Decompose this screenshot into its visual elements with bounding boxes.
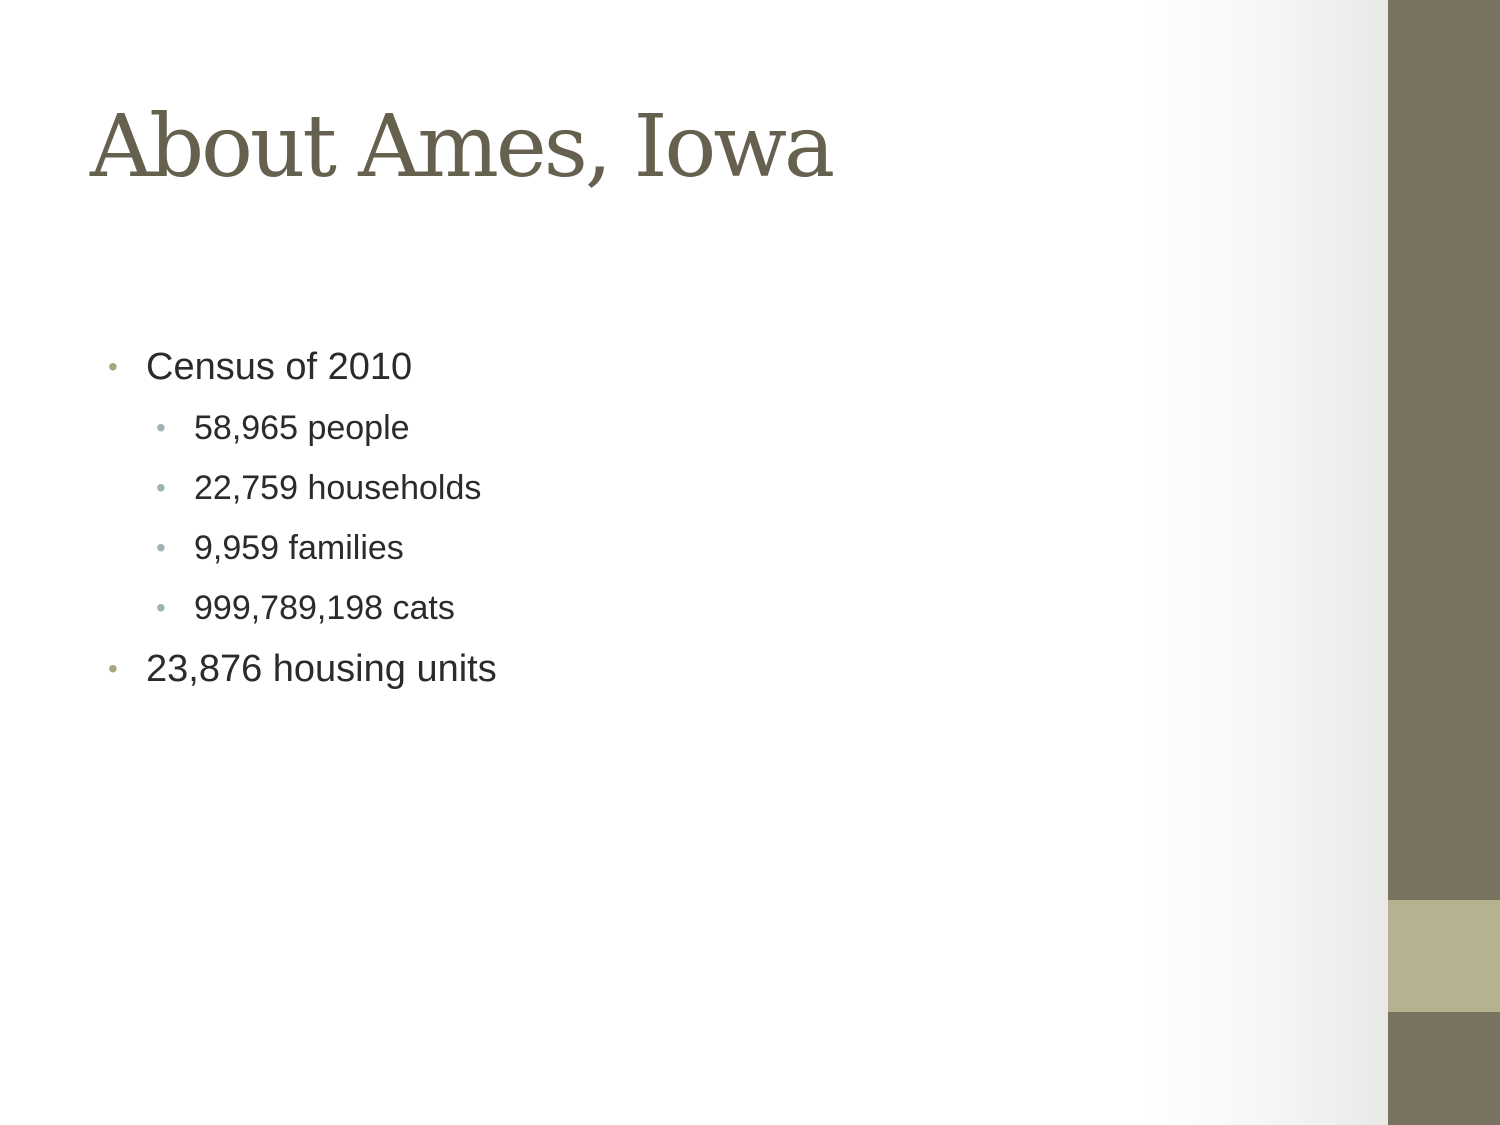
sub-bullet-text: 999,789,198 cats <box>194 589 455 627</box>
sub-bullet-item: • 9,959 families <box>156 518 497 578</box>
sub-bullet-item: • 58,965 people <box>156 398 497 458</box>
sub-bullet-text: 58,965 people <box>194 409 410 447</box>
bullet-item: • 23,876 housing units <box>108 642 497 696</box>
side-accent-block <box>1388 900 1500 1012</box>
sub-bullet-text: 9,959 families <box>194 529 404 567</box>
bullet-dot-icon: • <box>108 351 118 382</box>
bullet-text: 23,876 housing units <box>146 648 497 690</box>
sub-bullet-item: • 999,789,198 cats <box>156 578 497 638</box>
slide-title: About Ames, Iowa <box>90 97 835 197</box>
sub-bullet-dot-icon: • <box>156 472 166 503</box>
sub-bullet-text: 22,759 households <box>194 469 482 507</box>
slide: About Ames, Iowa • Census of 2010 • 58,9… <box>0 0 1500 1125</box>
sub-bullet-dot-icon: • <box>156 412 166 443</box>
sub-bullet-item: • 22,759 households <box>156 458 497 518</box>
bullet-item: • Census of 2010 <box>108 340 497 394</box>
sub-bullet-dot-icon: • <box>156 532 166 563</box>
bullet-list: • Census of 2010 • 58,965 people • 22,75… <box>108 340 497 696</box>
bullet-text: Census of 2010 <box>146 346 413 388</box>
sub-bullet-group: • 58,965 people • 22,759 households • 9,… <box>108 398 497 638</box>
sub-bullet-dot-icon: • <box>156 592 166 623</box>
sub-bullet-list: • 58,965 people • 22,759 households • 9,… <box>108 398 497 638</box>
bullet-dot-icon: • <box>108 653 118 684</box>
